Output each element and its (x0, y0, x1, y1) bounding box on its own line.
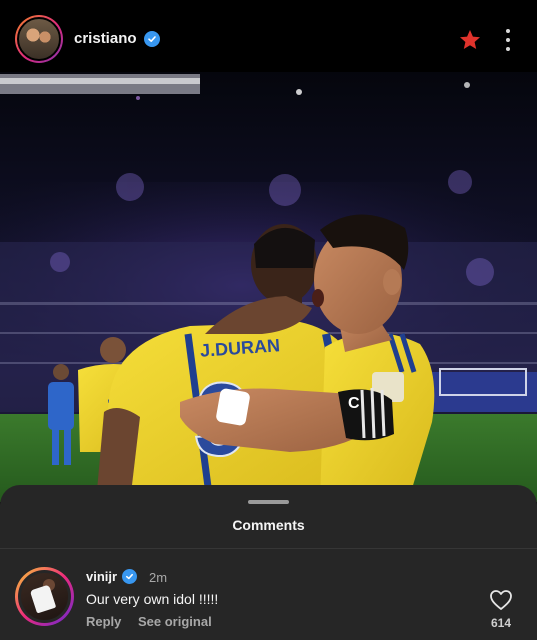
heart-icon[interactable] (489, 589, 513, 611)
post-photo[interactable]: 11 J.DURAN 9 C (0, 72, 537, 502)
avatar-image (17, 17, 61, 61)
commenter-username[interactable]: vinijr (86, 569, 117, 584)
comment-timestamp: 2m (149, 570, 168, 585)
reply-button[interactable]: Reply (86, 614, 121, 629)
like-count: 614 (490, 616, 512, 630)
commenter-avatar-image (18, 570, 71, 623)
post-header: cristiano (0, 0, 537, 72)
verified-badge-icon (144, 31, 160, 47)
see-original-button[interactable]: See original (138, 614, 212, 629)
armband-text: C (348, 395, 360, 412)
star-icon[interactable] (458, 28, 482, 52)
sheet-drag-handle[interactable] (248, 500, 289, 504)
commenter-avatar[interactable] (15, 567, 74, 626)
comments-sheet: Comments (0, 485, 537, 640)
comment-text: Our very own idol !!!!! (86, 591, 219, 607)
comments-title: Comments (232, 517, 305, 533)
more-options-icon[interactable] (500, 26, 516, 54)
profile-avatar[interactable] (15, 15, 63, 63)
username[interactable]: cristiano (74, 30, 137, 47)
verified-badge-icon (122, 569, 137, 584)
divider (0, 548, 537, 549)
